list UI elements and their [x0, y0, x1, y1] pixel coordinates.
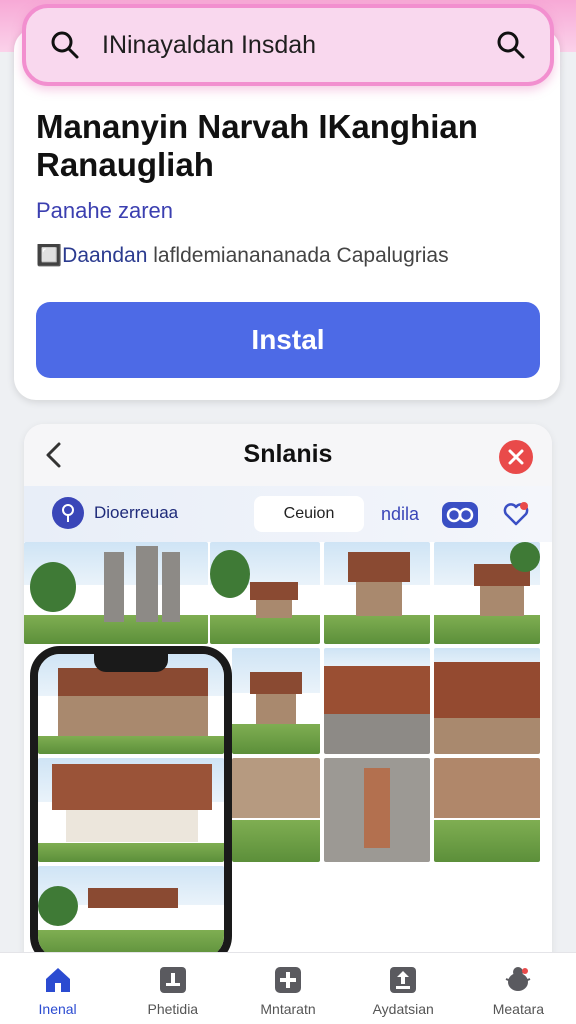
book-icon	[158, 965, 188, 995]
screenshot-temple-7[interactable]	[434, 648, 540, 754]
heart-icon[interactable]	[502, 500, 530, 528]
nav-item-more[interactable]: Meatara	[461, 953, 576, 1024]
screenshot-temple-8[interactable]	[232, 758, 320, 862]
meta-highlight[interactable]: Daandan	[62, 244, 147, 267]
nav-label-add: Mntaratn	[260, 1001, 316, 1017]
nav-label-updates: Aydatsian	[372, 1001, 434, 1017]
sheet-title: Snlanis	[243, 440, 333, 468]
nav-label-home: Inenal	[38, 1001, 77, 1017]
screenshot-temple-4[interactable]	[434, 542, 540, 644]
meta-rest: lafldemianananada Capalugrias	[147, 244, 449, 267]
bug-icon	[503, 965, 533, 995]
nav-item-library[interactable]: Phetidia	[115, 953, 230, 1024]
phone-mockup-screenshot[interactable]	[30, 646, 232, 966]
app-title: Mananyin Narvah IKanghian Ranaugliah	[36, 108, 478, 183]
filter-link[interactable]: ndila	[381, 504, 419, 525]
screenshot-temple-6[interactable]	[324, 648, 430, 754]
nav-label-more: Meatara	[492, 1001, 545, 1017]
search-icon[interactable]	[50, 30, 80, 60]
filter-row: Dioerreuaa Ceuion ndila	[24, 486, 552, 542]
install-button[interactable]: Instal	[36, 302, 540, 378]
screenshot-temple-3[interactable]	[324, 542, 430, 644]
close-icon[interactable]	[499, 440, 533, 474]
screenshot-temple-1[interactable]	[24, 542, 208, 644]
filter-chip-secondary[interactable]: Ceuion	[254, 496, 364, 532]
search-bar[interactable]: INinayaldan Insdah	[22, 4, 554, 86]
bottom-nav: Inenal Phetidia Mntaratn Aydatsian Meata…	[0, 952, 576, 1024]
phone-photo-3	[38, 866, 224, 958]
search-submit-icon[interactable]	[496, 30, 526, 60]
nav-label-library: Phetidia	[147, 1001, 199, 1017]
upload-icon	[388, 965, 418, 995]
home-icon	[43, 965, 73, 995]
meta-prefix: 🔲	[36, 244, 63, 267]
filter-chip-primary-label: Dioerreuaa	[94, 503, 179, 522]
captions-icon[interactable]	[442, 502, 478, 528]
screenshot-temple-2[interactable]	[210, 542, 320, 644]
app-developer-link[interactable]: Panahe zaren	[36, 198, 173, 224]
phone-photo-2	[38, 758, 224, 862]
phone-notch	[94, 654, 168, 672]
filter-chip-primary[interactable]: Dioerreuaa	[52, 494, 178, 532]
nav-item-home[interactable]: Inenal	[0, 953, 115, 1024]
screenshot-temple-9[interactable]	[324, 758, 430, 862]
nav-item-add[interactable]: Mntaratn	[230, 953, 345, 1024]
pin-icon	[52, 497, 84, 529]
plus-box-icon	[273, 965, 303, 995]
app-meta: 🔲Daandan lafldemianananada Capalugrias	[36, 244, 546, 268]
search-input[interactable]: INinayaldan Insdah	[80, 31, 496, 60]
screenshot-temple-5[interactable]	[232, 648, 320, 754]
nav-item-updates[interactable]: Aydatsian	[346, 953, 461, 1024]
screenshot-temple-10[interactable]	[434, 758, 540, 862]
